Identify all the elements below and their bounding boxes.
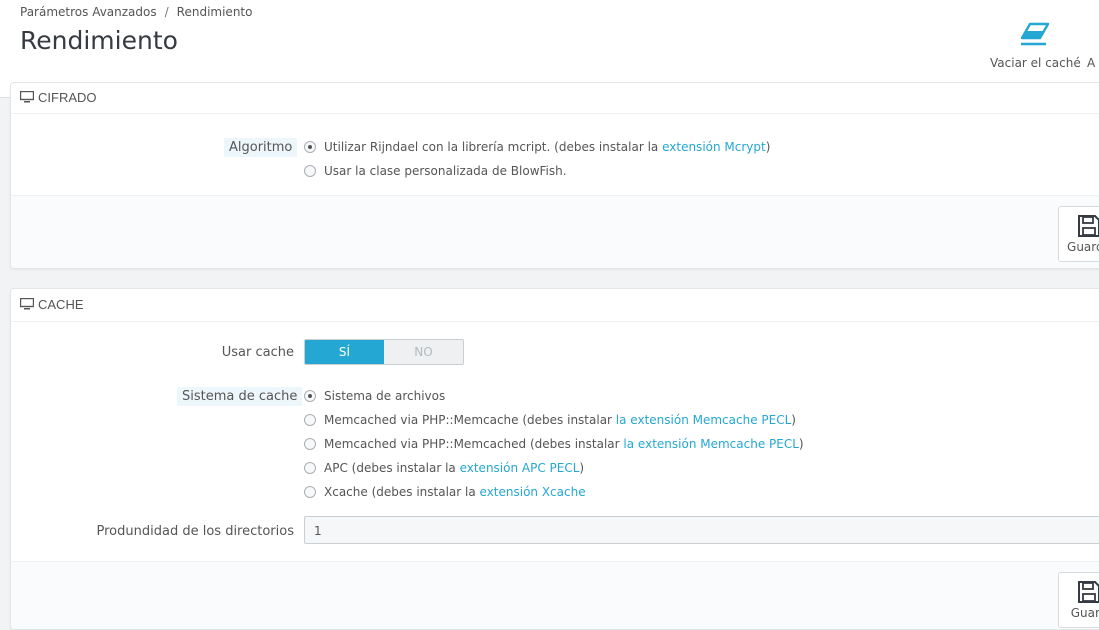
directory-depth-label: Produndidad de los directorios — [96, 524, 294, 539]
use-cache-switch[interactable]: SÍ NO — [304, 339, 464, 365]
eraser-icon — [1020, 22, 1050, 46]
cache-option-xcache[interactable]: Xcache (debes instalar la extensión Xcac… — [304, 485, 586, 499]
next-toolbar-button[interactable]: A — [1087, 18, 1099, 70]
breadcrumb-separator: / — [164, 5, 169, 19]
next-toolbar-label: A — [1087, 56, 1096, 70]
option-suffix: ) — [579, 461, 585, 475]
monitor-icon — [19, 297, 35, 313]
algorithm-option-rijndael[interactable]: Utilizar Rijndael con la librería mcript… — [304, 140, 770, 154]
option-suffix: ) — [798, 437, 804, 451]
algorithm-option-blowfish[interactable]: Usar la clase personalizada de BlowFish. — [304, 164, 567, 178]
cipher-panel-title: CIFRADO — [38, 90, 97, 105]
option-text: Utilizar Rijndael con la librería mcript… — [324, 140, 663, 154]
use-cache-label: Usar cache — [221, 345, 294, 360]
option-text: Sistema de archivos — [324, 389, 446, 403]
radio-button[interactable] — [304, 390, 316, 402]
cache-panel: CACHE Usar cache SÍ NO Sistema de cache … — [10, 288, 1099, 630]
cipher-panel-heading: CIFRADO — [11, 83, 1099, 114]
cipher-panel-footer: Guarda — [11, 195, 1099, 268]
option-text: Xcache (debes instalar la — [324, 485, 480, 499]
xcache-extension-link[interactable]: extensión Xcache — [480, 485, 586, 499]
clear-cache-label: Vaciar el caché — [990, 56, 1081, 70]
cipher-panel: CIFRADO Algoritmo Utilizar Rijndael con … — [10, 82, 1099, 269]
memcached-extension-link[interactable]: la extensión Memcache PECL — [623, 437, 798, 451]
breadcrumb: Parámetros Avanzados / Rendimiento — [20, 5, 252, 19]
radio-button[interactable] — [304, 438, 316, 450]
save-button[interactable]: Guarda — [1058, 206, 1099, 262]
switch-yes[interactable]: SÍ — [305, 340, 384, 364]
radio-button[interactable] — [304, 165, 316, 177]
save-label: Guarda — [1067, 240, 1099, 254]
switch-no[interactable]: NO — [384, 340, 463, 364]
save-button[interactable]: Guard — [1058, 572, 1099, 628]
breadcrumb-parent[interactable]: Parámetros Avanzados — [20, 5, 157, 19]
cache-option-memcached[interactable]: Memcached via PHP::Memcached (debes inst… — [304, 437, 804, 451]
cache-option-filesystem[interactable]: Sistema de archivos — [304, 389, 445, 403]
radio-button[interactable] — [304, 141, 316, 153]
algorithm-label: Algoritmo — [224, 138, 298, 157]
radio-button[interactable] — [304, 462, 316, 474]
directory-depth-input[interactable]: 1 — [304, 516, 1099, 544]
cache-system-label: Sistema de cache — [177, 387, 303, 406]
option-text: Memcached via PHP::Memcache (debes insta… — [324, 413, 616, 427]
cache-option-apc[interactable]: APC (debes instalar la extensión APC PEC… — [304, 461, 584, 475]
save-label: Guard — [1070, 606, 1099, 620]
cache-panel-title: CACHE — [38, 297, 84, 312]
floppy-icon — [1078, 215, 1099, 237]
page-title: Rendimiento — [20, 26, 178, 55]
cache-option-memcache[interactable]: Memcached via PHP::Memcache (debes insta… — [304, 413, 796, 427]
monitor-icon — [19, 90, 35, 106]
option-text: Usar la clase personalizada de BlowFish. — [324, 164, 567, 178]
mcrypt-extension-link[interactable]: extensión Mcrypt — [662, 140, 766, 154]
option-text: Memcached via PHP::Memcached (debes inst… — [324, 437, 624, 451]
cache-panel-footer: Guard — [11, 561, 1099, 629]
option-suffix: ) — [791, 413, 796, 427]
radio-button[interactable] — [304, 414, 316, 426]
option-suffix: ) — [765, 140, 771, 154]
floppy-icon — [1078, 581, 1099, 603]
apc-extension-link[interactable]: extensión APC PECL — [460, 461, 580, 475]
option-text: APC (debes instalar la — [324, 461, 460, 475]
cache-panel-heading: CACHE — [11, 289, 1099, 322]
memcache-extension-link[interactable]: la extensión Memcache PECL — [616, 413, 791, 427]
breadcrumb-current: Rendimiento — [176, 5, 253, 19]
radio-button[interactable] — [304, 486, 316, 498]
clear-cache-button[interactable]: Vaciar el caché — [990, 18, 1081, 70]
